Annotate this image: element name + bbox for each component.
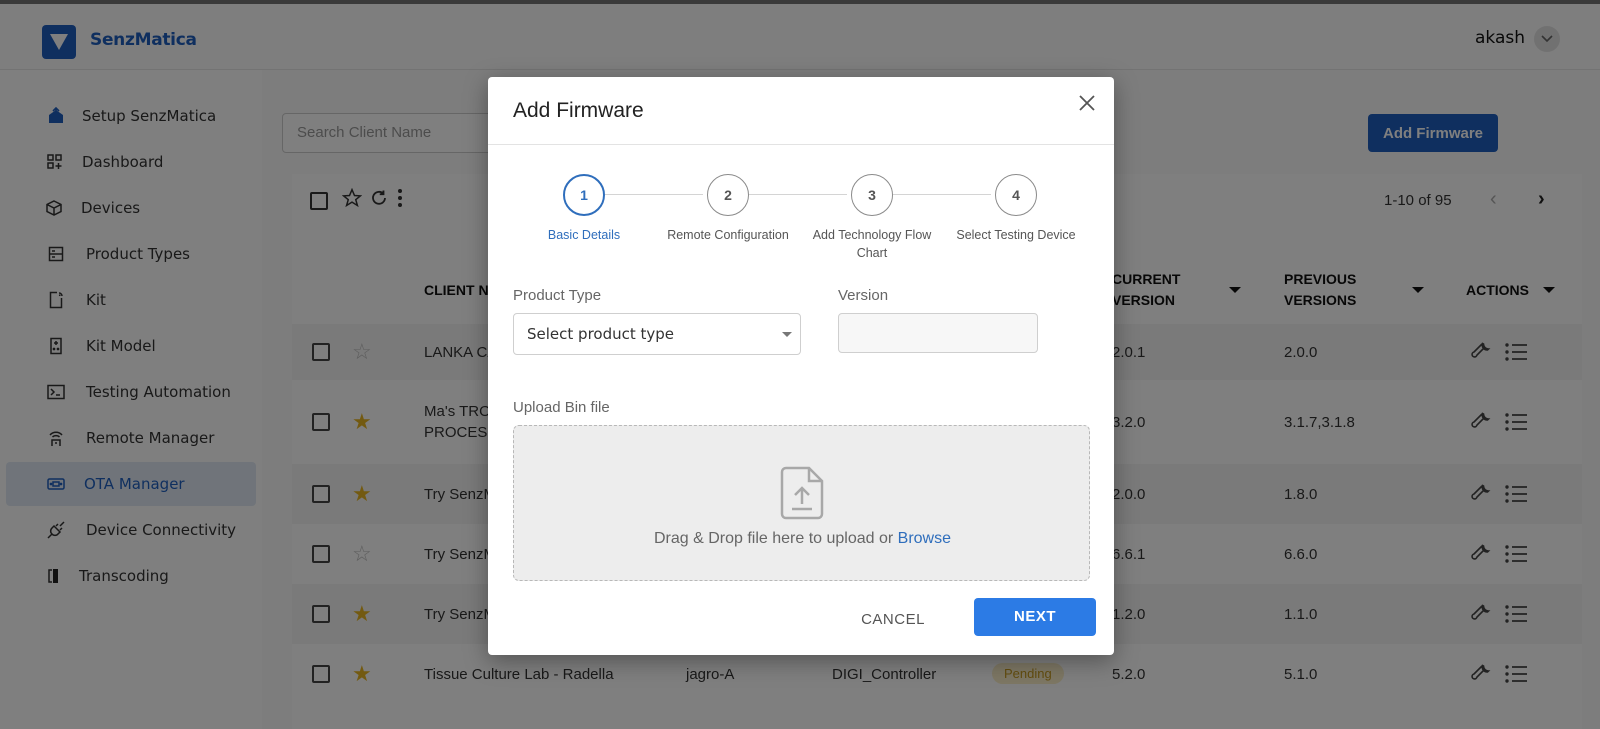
dropzone-text: Drag & Drop file here to upload or Brows… [514,530,1091,548]
next-button[interactable]: NEXT [974,598,1096,636]
step-select-testing-device[interactable]: 4 Select Testing Device [946,174,1086,244]
cancel-button[interactable]: CANCEL [848,601,938,639]
product-type-select[interactable]: Select product type [513,313,801,355]
browse-link[interactable]: Browse [898,530,951,547]
file-dropzone[interactable]: Drag & Drop file here to upload or Brows… [513,425,1090,581]
chevron-down-icon [782,332,792,337]
dialog-divider [488,144,1114,145]
step-number: 4 [995,174,1037,216]
dropzone-instructions: Drag & Drop file here to upload or [653,530,898,547]
close-icon[interactable] [1078,94,1098,114]
step-label: Select Testing Device [956,228,1076,242]
step-label: Remote Configuration [667,228,789,242]
step-label: Basic Details [547,228,621,242]
product-type-label: Product Type [513,287,602,304]
step-label: Add Technology Flow Chart [812,228,932,260]
dialog-title: Add Firmware [513,99,644,122]
step-number: 3 [851,174,893,216]
step-add-technology-flow-chart[interactable]: 3 Add Technology Flow Chart [802,174,942,262]
version-label: Version [838,287,889,304]
select-value: Select product type [527,325,675,343]
step-number: 2 [707,174,749,216]
upload-bin-label: Upload Bin file [513,399,610,416]
version-input[interactable] [838,313,1038,353]
step-number: 1 [563,174,605,216]
file-upload-icon [780,466,824,525]
add-firmware-dialog: Add Firmware 1 Basic Details 2 Remote Co… [488,77,1114,655]
step-basic-details[interactable]: 1 Basic Details [514,174,654,244]
step-remote-configuration[interactable]: 2 Remote Configuration [658,174,798,244]
window-top-strip [0,0,1600,4]
